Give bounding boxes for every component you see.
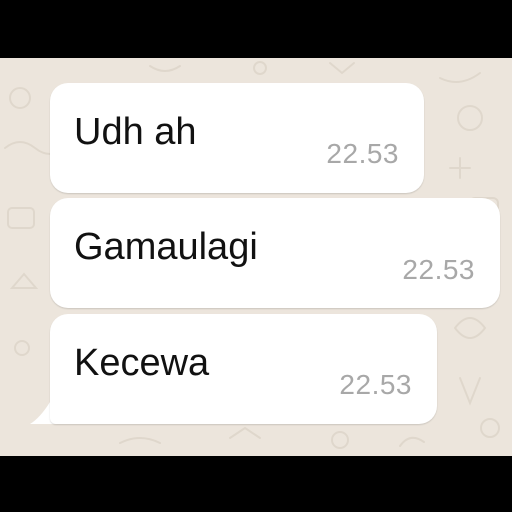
message-text: Gamaulagi <box>74 226 258 268</box>
message-timestamp: 22.53 <box>402 254 475 285</box>
screenshot-frame: Udh ah 22.53 Gamaulagi 22.53 Kecewa 22.5… <box>0 0 512 512</box>
message-bubble[interactable]: Gamaulagi 22.53 <box>50 198 500 308</box>
message-timestamp: 22.53 <box>326 138 399 169</box>
message-bubble[interactable]: Udh ah 22.53 <box>50 83 424 193</box>
message-timestamp: 22.53 <box>339 369 412 400</box>
message-text: Udh ah <box>74 111 197 153</box>
chat-conversation[interactable]: Udh ah 22.53 Gamaulagi 22.53 Kecewa 22.5… <box>0 58 512 456</box>
message-bubble[interactable]: Kecewa 22.53 <box>50 314 437 424</box>
message-text: Kecewa <box>74 342 210 384</box>
